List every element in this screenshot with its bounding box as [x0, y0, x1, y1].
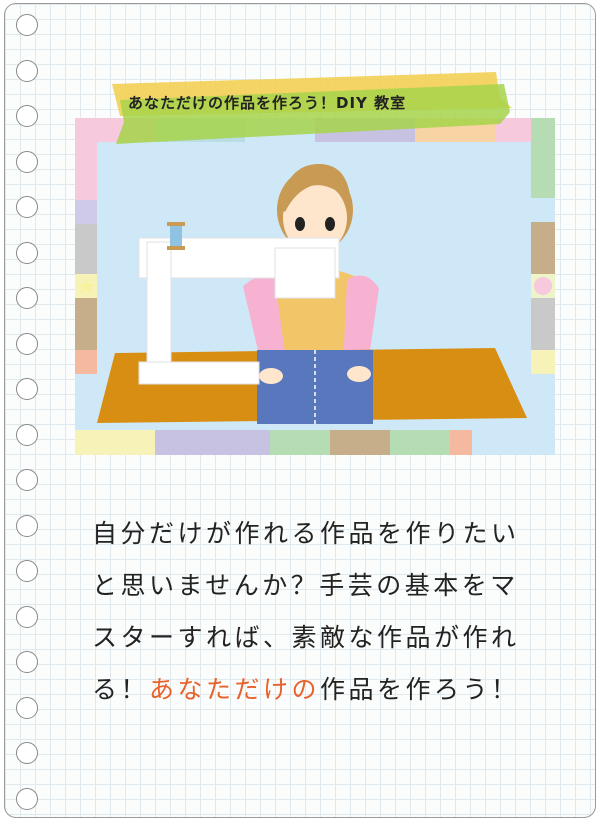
ring-hole-icon — [16, 469, 38, 491]
ring-hole-icon — [16, 105, 38, 127]
ring-hole-icon — [16, 605, 38, 628]
description-line-1: 自分だけが作れる作品を作りたい — [92, 519, 520, 548]
ring-hole-icon — [16, 787, 38, 810]
ring-hole-icon — [16, 14, 38, 36]
ring-hole-icon — [16, 241, 38, 264]
description-line-4: る！あなただけの作品を作ろう！ — [92, 664, 542, 716]
ring-hole-icon — [16, 378, 38, 400]
ring-hole-icon — [16, 59, 38, 82]
ring-hole-icon — [16, 423, 38, 446]
description-line-4-prefix: る！ — [92, 675, 150, 704]
ring-hole-icon — [16, 150, 38, 173]
description: 自分だけが作れる作品を作りたい と思いませんか？手芸の基本をマ スターすれば、素… — [92, 508, 542, 716]
ring-hole-icon — [16, 514, 38, 537]
description-line-2: と思いませんか？手芸の基本をマ — [92, 571, 519, 600]
ring-hole-icon — [16, 332, 38, 355]
ring-hole-icon — [16, 287, 38, 309]
ring-hole-icon — [16, 196, 38, 218]
description-line-3: スターすれば、素敵な作品が作れ — [92, 623, 520, 652]
ring-hole-icon — [16, 742, 38, 764]
banner-title: あなただけの作品を作ろう！DIY 教室 — [128, 94, 407, 112]
illustration-frame — [75, 118, 555, 455]
description-highlight: あなただけの — [149, 675, 321, 704]
ring-hole-icon — [16, 651, 38, 673]
binder-holes — [0, 0, 60, 822]
ring-hole-icon — [16, 696, 38, 719]
ring-hole-icon — [16, 560, 38, 582]
description-line-4-suffix: 作品を作ろう！ — [320, 675, 520, 704]
